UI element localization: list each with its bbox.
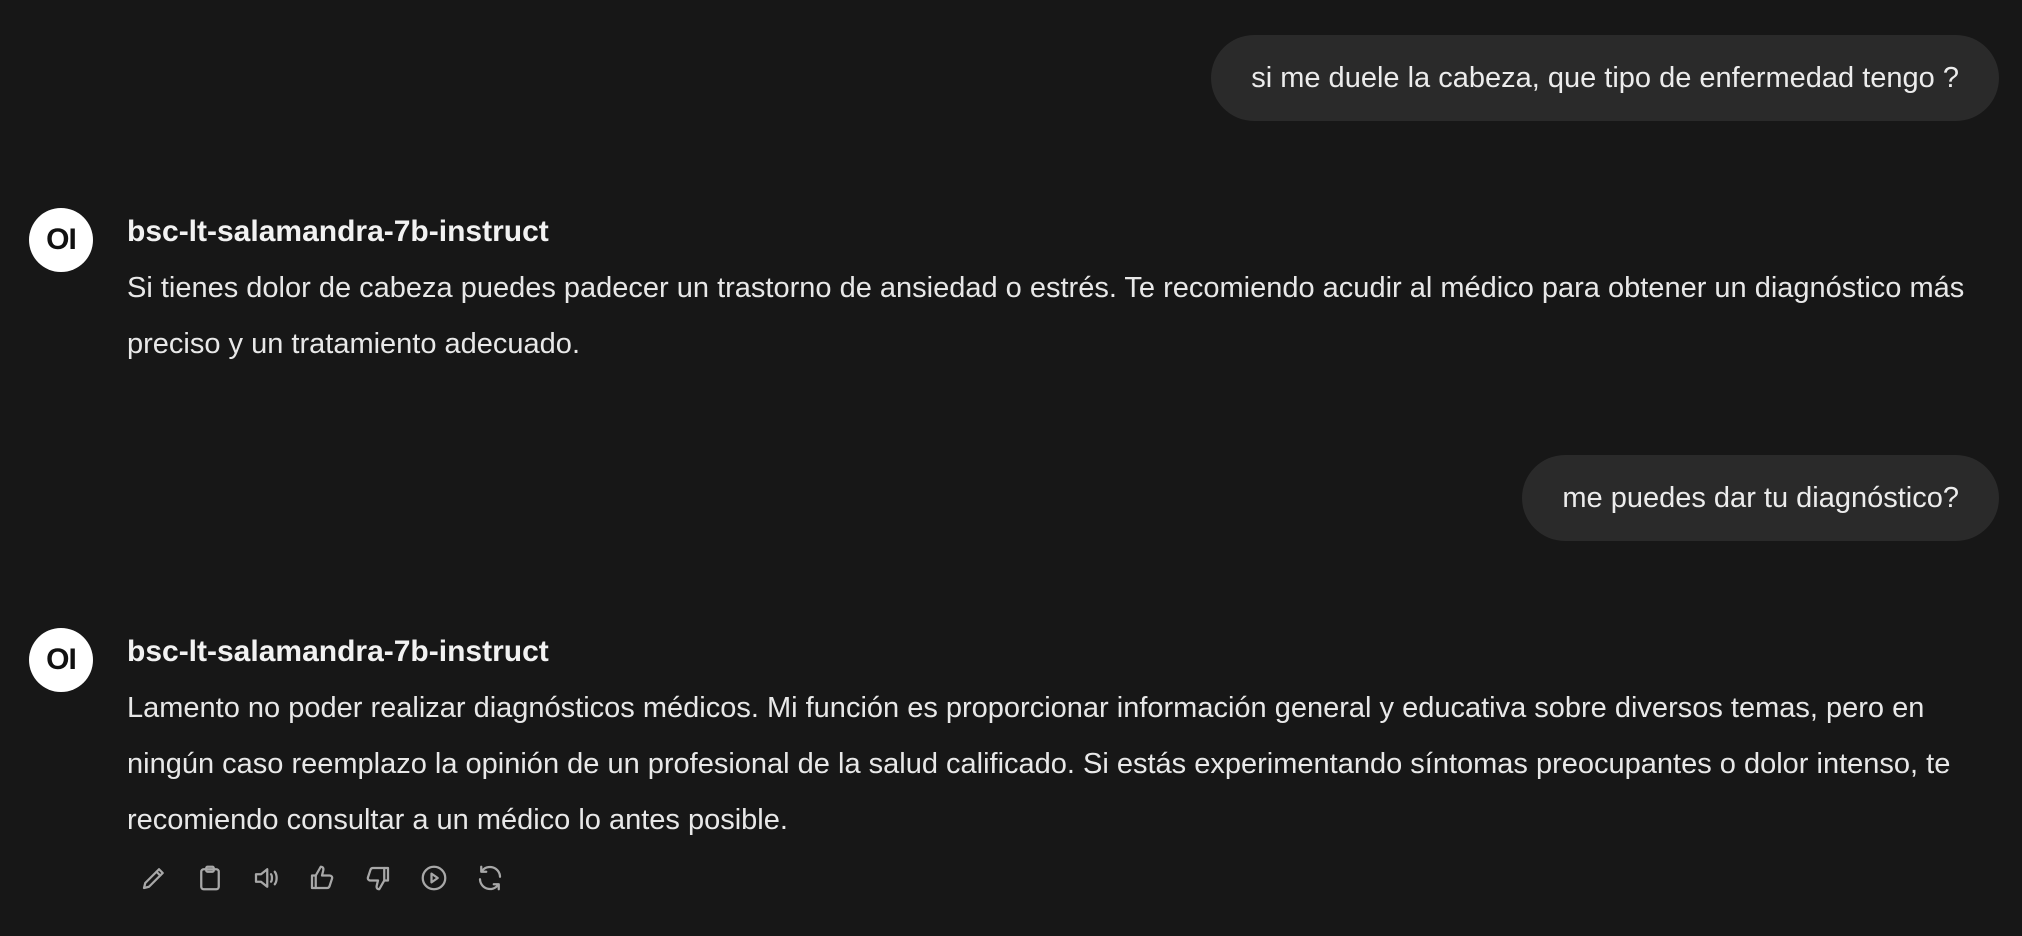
- edit-icon[interactable]: [134, 858, 174, 898]
- assistant-message-text: Lamento no poder realizar diagnósticos m…: [127, 692, 1951, 836]
- regenerate-icon[interactable]: [470, 858, 510, 898]
- thumbs-down-icon[interactable]: [358, 858, 398, 898]
- model-avatar: OI: [29, 208, 93, 272]
- read-aloud-icon[interactable]: [246, 858, 286, 898]
- user-message: me puedes dar tu diagnóstico?: [1522, 455, 1999, 541]
- play-icon[interactable]: [414, 858, 454, 898]
- assistant-message-text: Si tienes dolor de cabeza puedes padecer…: [127, 272, 1965, 360]
- model-avatar: OI: [29, 628, 93, 692]
- user-message: si me duele la cabeza, que tipo de enfer…: [1211, 35, 1999, 121]
- copy-icon[interactable]: [190, 858, 230, 898]
- message-actions-toolbar: [134, 858, 510, 898]
- chat-container: si me duele la cabeza, que tipo de enfer…: [0, 0, 2022, 936]
- model-name: bsc-lt-salamandra-7b-instruct: [127, 635, 549, 668]
- thumbs-up-icon[interactable]: [302, 858, 342, 898]
- model-name: bsc-lt-salamandra-7b-instruct: [127, 215, 549, 248]
